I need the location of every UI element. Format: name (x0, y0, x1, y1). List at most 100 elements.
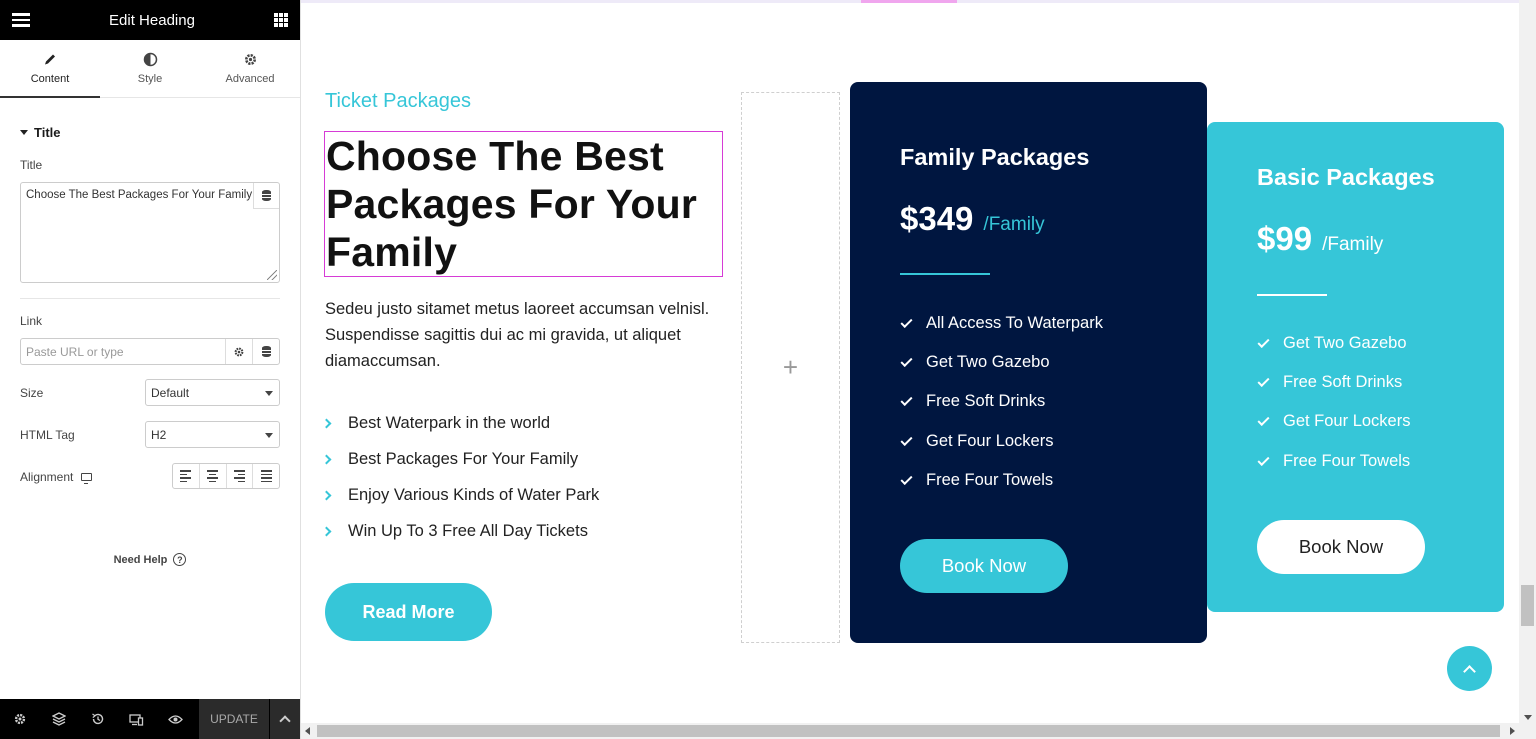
list-item-text: Best Waterpark in the world (348, 413, 551, 432)
question-circle-icon[interactable]: ? (173, 553, 187, 566)
scroll-right-arrow-icon[interactable] (1510, 727, 1515, 735)
history-button[interactable] (78, 712, 117, 726)
check-icon (1257, 336, 1270, 349)
list-item-text: Get Four Lockers (1283, 412, 1411, 431)
panel-footer: UPDATE (0, 699, 300, 739)
tab-content-label: Content (30, 73, 70, 85)
link-input[interactable]: Paste URL or type (20, 338, 280, 365)
widgets-grid-icon[interactable] (274, 13, 288, 27)
list-item-text: Get Two Gazebo (926, 353, 1050, 372)
list-item-text: Win Up To 3 Free All Day Tickets (348, 521, 588, 540)
description-text[interactable]: Sedeu justo sitamet metus laoreet accums… (325, 296, 725, 374)
check-icon (900, 355, 913, 368)
chevron-right-icon (321, 490, 332, 500)
link-dynamic-button[interactable] (252, 339, 279, 364)
price-row: $349 /Family (900, 200, 1045, 238)
price-period: /Family (1322, 234, 1384, 255)
editor-panel: Edit Heading Content Style Advanced Titl… (0, 0, 301, 739)
resize-handle-icon[interactable] (267, 270, 277, 280)
underline-divider (1257, 294, 1327, 296)
list-item: Best Waterpark in the world (321, 405, 599, 441)
read-more-button[interactable]: Read More (325, 583, 492, 641)
horizontal-scrollbar[interactable] (301, 723, 1536, 739)
tab-content[interactable]: Content (0, 40, 100, 98)
link-options-button[interactable] (225, 339, 252, 364)
size-select[interactable]: Default (145, 379, 280, 406)
save-options-button[interactable] (269, 699, 300, 739)
divider (20, 298, 280, 299)
book-now-button[interactable]: Book Now (900, 539, 1068, 593)
selected-heading-widget[interactable]: Choose The Best Packages For Your Family (324, 131, 723, 277)
heading-line: Packages For Your (326, 181, 698, 227)
back-to-top-button[interactable] (1447, 646, 1492, 691)
chevron-right-icon (321, 454, 332, 464)
tab-style[interactable]: Style (100, 40, 200, 97)
scroll-left-arrow-icon[interactable] (305, 727, 310, 735)
list-item-text: Enjoy Various Kinds of Water Park (348, 485, 600, 504)
package-features: All Access To Waterpark Get Two Gazebo F… (900, 304, 1103, 500)
price-row: $99 /Family (1257, 220, 1383, 258)
preview-button[interactable] (156, 714, 195, 725)
scrollbar-thumb[interactable] (1521, 585, 1534, 626)
list-item-text: Get Four Lockers (926, 431, 1054, 450)
scroll-down-arrow-icon[interactable] (1524, 715, 1532, 720)
section-handle[interactable] (861, 0, 957, 3)
list-item: Free Four Towels (1257, 442, 1410, 481)
half-circle-icon (143, 52, 157, 67)
underline-divider (900, 273, 990, 275)
pencil-icon (45, 54, 55, 65)
list-item: Get Four Lockers (1257, 402, 1410, 441)
check-icon (900, 472, 913, 485)
navigator-button[interactable] (39, 712, 78, 726)
eye-icon (168, 714, 183, 724)
empty-column[interactable]: + (741, 92, 840, 643)
list-item-text: Free Four Towels (1283, 451, 1411, 470)
title-label: Title (20, 158, 43, 172)
card-title: Family Packages (900, 144, 1090, 170)
list-item: Get Two Gazebo (1257, 324, 1410, 363)
link-input-placeholder[interactable]: Paste URL or type (21, 339, 225, 364)
title-textarea-value[interactable]: Choose The Best Packages For Your Family (21, 183, 279, 201)
add-widget-icon[interactable]: + (783, 352, 798, 383)
size-label: Size (20, 386, 44, 400)
title-textarea[interactable]: Choose The Best Packages For Your Family (20, 182, 280, 283)
align-right-button[interactable] (227, 464, 254, 488)
menu-icon[interactable] (12, 13, 30, 27)
tab-advanced[interactable]: Advanced (200, 40, 300, 97)
price-period: /Family (983, 214, 1045, 235)
align-center-button[interactable] (200, 464, 227, 488)
vertical-scrollbar[interactable] (1519, 0, 1536, 723)
align-justify-button[interactable] (253, 464, 279, 488)
card-title: Basic Packages (1257, 164, 1435, 190)
align-left-button[interactable] (173, 464, 200, 488)
scrollbar-thumb[interactable] (317, 725, 1500, 737)
update-button[interactable]: UPDATE (199, 699, 269, 739)
feature-list[interactable]: Best Waterpark in the world Best Package… (321, 405, 600, 549)
basic-packages-card: Basic Packages $99 /Family Get Two Gazeb… (1207, 122, 1504, 612)
link-field: Paste URL or type (20, 338, 280, 365)
title-field: Title Choose The Best Packages For Your … (0, 158, 300, 283)
need-help-label[interactable]: Need Help (114, 554, 168, 566)
gear-icon (244, 54, 256, 65)
settings-button[interactable] (0, 712, 39, 726)
chevron-right-icon (321, 418, 332, 428)
book-now-button[interactable]: Book Now (1257, 520, 1425, 574)
history-icon (91, 713, 103, 725)
dynamic-tags-button[interactable] (253, 183, 279, 209)
section-title-toggle[interactable]: Title (0, 98, 300, 166)
layers-icon (51, 712, 66, 726)
need-help-link[interactable]: Need Help ? (0, 553, 300, 566)
list-item: All Access To Waterpark (900, 304, 1103, 343)
main-heading[interactable]: Choose The Best Packages For Your Family (325, 132, 697, 276)
list-item: Free Four Towels (900, 461, 1103, 500)
list-item-text: Free Four Towels (926, 470, 1054, 489)
list-item: Best Packages For Your Family (321, 441, 599, 477)
tab-style-label: Style (137, 73, 163, 85)
responsive-mode-button[interactable] (117, 713, 156, 726)
check-icon (900, 433, 913, 446)
heading-line: Choose The Best (326, 133, 664, 179)
ticket-packages-subtitle[interactable]: Ticket Packages (325, 90, 471, 113)
desktop-icon[interactable] (81, 473, 93, 484)
gear-icon (14, 713, 25, 725)
html-tag-select[interactable]: H2 (145, 421, 280, 448)
